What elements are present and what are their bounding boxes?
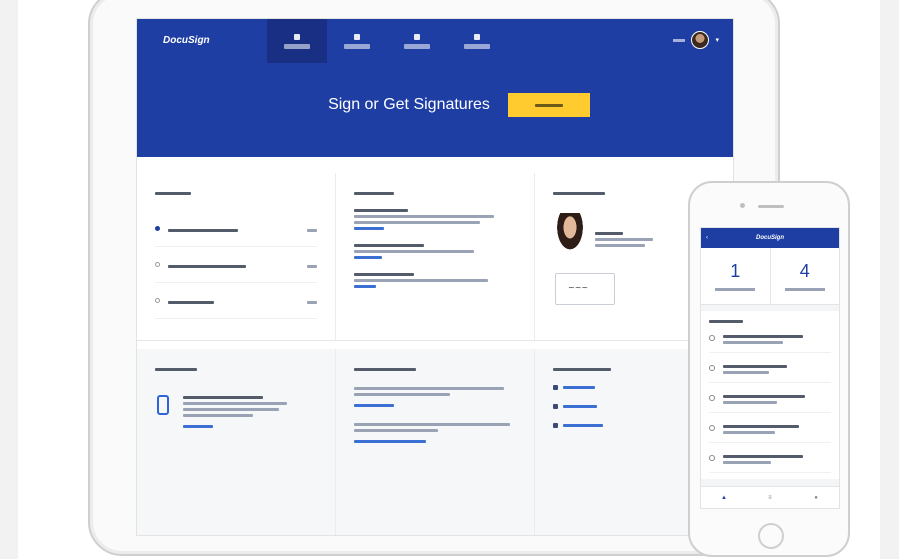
- nav-home[interactable]: [267, 19, 327, 63]
- dashboard-bottom-row: [137, 349, 733, 535]
- nav-reports-label: [464, 43, 490, 49]
- phone-tab-bar: ▲ ≡ ●: [701, 486, 839, 508]
- phone-camera: [740, 203, 745, 208]
- hero-title: Sign or Get Signatures: [328, 96, 490, 113]
- contest-text: [354, 423, 516, 443]
- whats-new-heading: [354, 192, 394, 195]
- news-link[interactable]: [354, 285, 376, 288]
- status-completed[interactable]: [155, 283, 317, 319]
- news-item: [354, 244, 516, 259]
- contest-link[interactable]: [354, 440, 426, 443]
- stage: DocuSign ▾ Sign or Get Signatures ~~~ ‹ …: [0, 0, 899, 559]
- nav-documents[interactable]: [327, 19, 387, 63]
- phone-header: ‹ DocuSign: [701, 228, 839, 248]
- feedback-panel: [335, 349, 534, 535]
- tip-text: [183, 393, 293, 428]
- envelope-status-list: [155, 211, 317, 319]
- signature-heading: [553, 192, 605, 195]
- docusign-logo[interactable]: DocuSign: [163, 35, 210, 46]
- status-action-required[interactable]: [155, 211, 317, 247]
- nav-documents-label: [344, 43, 370, 49]
- main-nav: [267, 19, 507, 63]
- signature-image: ~~~: [568, 283, 589, 292]
- status-dot-icon: [155, 226, 160, 231]
- menu-icon[interactable]: ≡: [747, 487, 793, 508]
- tips-panel: [137, 349, 335, 535]
- help-heading: [553, 368, 611, 371]
- nav-templates[interactable]: [387, 19, 447, 63]
- overview-panel: [137, 173, 335, 340]
- top-banner: DocuSign ▾ Sign or Get Signatures: [137, 19, 733, 157]
- hero: Sign or Get Signatures: [137, 93, 733, 117]
- guide-icon: [553, 423, 558, 428]
- home-icon: [294, 33, 300, 40]
- reports-icon: [474, 33, 480, 40]
- phone-home-button: [758, 523, 784, 549]
- tip-link[interactable]: [183, 425, 213, 428]
- status-waiting-for-others[interactable]: [155, 247, 317, 283]
- list-item[interactable]: [709, 323, 831, 353]
- nav-home-label: [284, 43, 310, 49]
- help-link[interactable]: [673, 38, 686, 42]
- phone-stat-action-required[interactable]: 1: [701, 248, 770, 304]
- phone-speaker: [758, 205, 784, 208]
- profile-icon[interactable]: ●: [793, 487, 839, 508]
- feedback-text: [354, 387, 516, 407]
- list-item[interactable]: [709, 413, 831, 443]
- feedback-heading: [354, 368, 416, 371]
- chevron-left-icon[interactable]: ‹: [706, 235, 708, 241]
- phone-stats: 1 4: [701, 248, 839, 305]
- tablet-screen: DocuSign ▾ Sign or Get Signatures ~~~: [136, 18, 734, 536]
- list-item[interactable]: [709, 353, 831, 383]
- nav-reports[interactable]: [447, 19, 507, 63]
- mobile-phone-icon: [157, 395, 169, 415]
- list-item[interactable]: [709, 443, 831, 473]
- new-button-label: [534, 103, 563, 107]
- community-icon: [553, 404, 558, 409]
- profile-info: [595, 229, 655, 247]
- profile-photo: [555, 213, 585, 253]
- signature-box[interactable]: ~~~: [555, 273, 615, 305]
- check-icon: [155, 298, 160, 303]
- phone-recent-list: [701, 311, 839, 479]
- avatar-icon[interactable]: [691, 31, 710, 49]
- chevron-down-icon[interactable]: ▾: [715, 36, 719, 44]
- whats-new-panel: [335, 173, 534, 340]
- phone-frame: ‹ DocuSign 1 4 ▲ ≡ ●: [688, 181, 850, 557]
- user-menu: ▾: [673, 31, 719, 49]
- help-icon: [553, 385, 558, 390]
- dashboard-top-row: ~~~: [137, 173, 733, 341]
- phone-logo: DocuSign: [756, 235, 784, 241]
- news-item: [354, 209, 516, 230]
- overview-heading: [155, 192, 191, 195]
- tips-heading: [155, 368, 197, 371]
- phone-screen: ‹ DocuSign 1 4 ▲ ≡ ●: [700, 227, 840, 509]
- templates-icon: [414, 33, 420, 40]
- news-link[interactable]: [354, 227, 384, 230]
- feedback-link[interactable]: [354, 404, 394, 407]
- image-canvas: DocuSign ▾ Sign or Get Signatures ~~~ ‹ …: [18, 0, 880, 559]
- home-icon[interactable]: ▲: [701, 487, 747, 508]
- phone-stat-waiting[interactable]: 4: [769, 248, 840, 304]
- new-envelope-button[interactable]: [507, 93, 590, 117]
- status-dot-icon: [155, 262, 160, 267]
- list-item[interactable]: [709, 383, 831, 413]
- news-item: [354, 273, 516, 288]
- nav-templates-label: [404, 43, 430, 49]
- news-link[interactable]: [354, 256, 382, 259]
- documents-icon: [354, 33, 360, 40]
